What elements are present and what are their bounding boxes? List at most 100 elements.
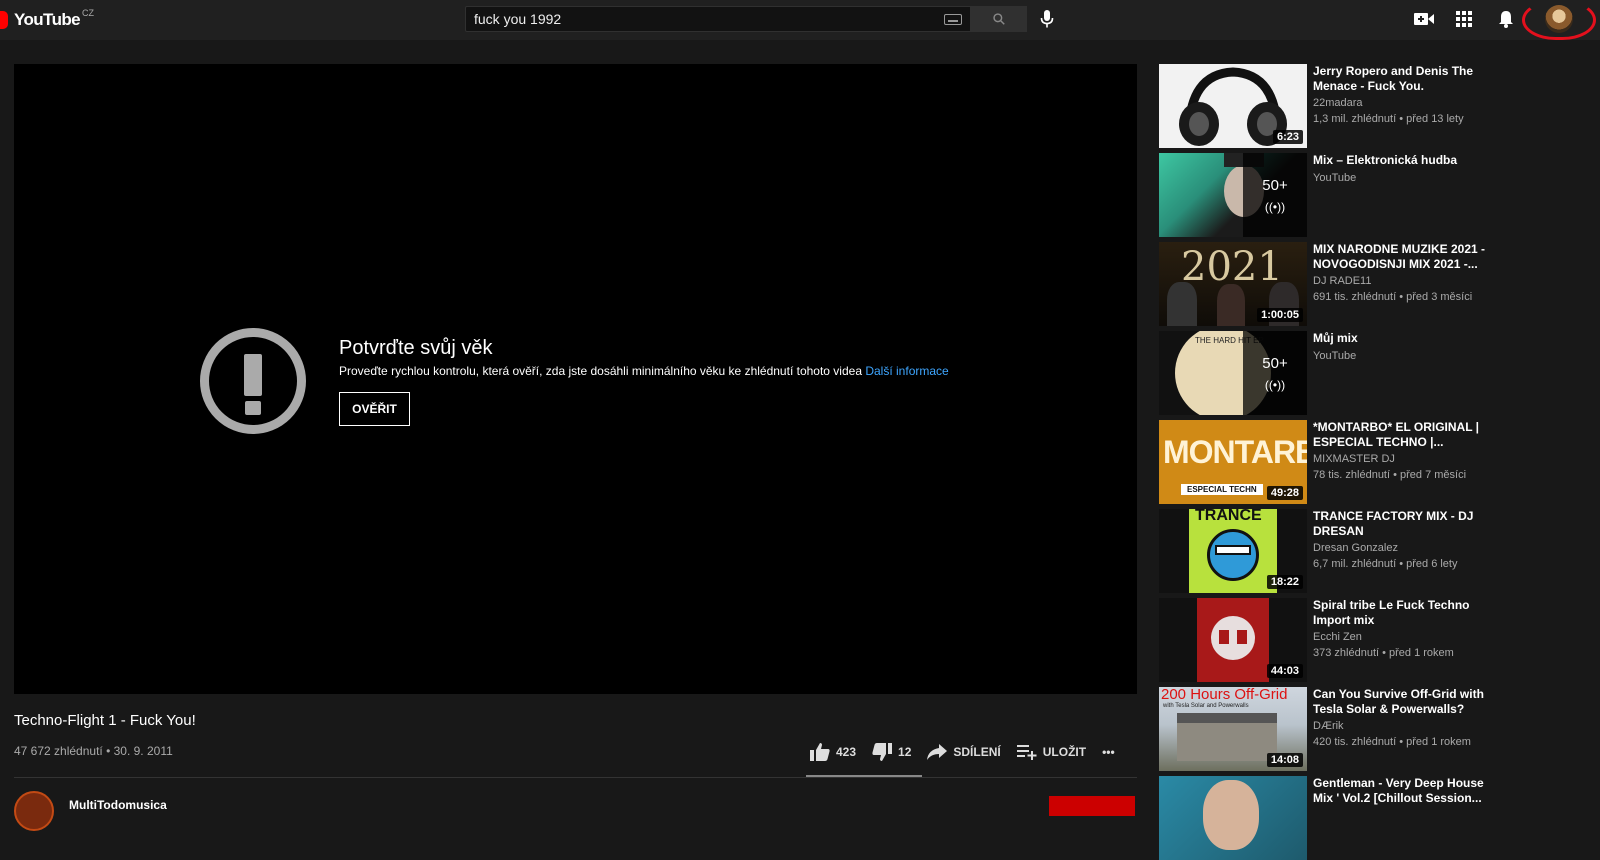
radio-broadcast-icon: ((•)) xyxy=(1264,377,1286,392)
microphone-icon xyxy=(1040,10,1054,28)
search-input-value: fuck you 1992 xyxy=(474,11,562,27)
dislike-count: 12 xyxy=(898,745,912,759)
video-thumbnail[interactable]: 6:23 xyxy=(1159,64,1307,148)
recommendation-channel[interactable]: Ecchi Zen xyxy=(1313,631,1362,643)
recommendation-title[interactable]: TRANCE FACTORY MIX - DJ DRESAN xyxy=(1313,509,1491,539)
recommendation-item[interactable]: TRANCE 18:22 TRANCE FACTORY MIX - DJ DRE… xyxy=(1159,509,1599,593)
channel-avatar[interactable] xyxy=(14,791,54,831)
like-count: 423 xyxy=(836,745,857,759)
video-duration: 18:22 xyxy=(1266,575,1303,589)
recommendation-title[interactable]: *MONTARBO* EL ORIGINAL | ESPECIAL TECHNO… xyxy=(1313,420,1491,450)
more-info-link[interactable]: Další informace xyxy=(865,364,948,378)
video-thumbnail[interactable]: 200 Hours Off-Grid with Tesla Solar and … xyxy=(1159,687,1307,771)
create-video-button[interactable] xyxy=(1412,8,1436,30)
bell-icon xyxy=(1499,11,1513,28)
recommendation-title[interactable]: Gentleman - Very Deep House Mix ' Vol.2 … xyxy=(1313,776,1491,806)
video-thumbnail[interactable] xyxy=(1159,776,1307,860)
recommendation-channel[interactable]: DJ RADE11 xyxy=(1313,275,1371,287)
apps-grid-icon xyxy=(1456,11,1472,27)
search-icon xyxy=(993,13,1005,25)
youtube-logo[interactable]: YouTube CZ xyxy=(0,8,94,32)
recommendation-title[interactable]: Mix – Elektronická hudba xyxy=(1313,153,1491,168)
video-thumbnail[interactable]: 50+ ((•)) xyxy=(1159,153,1307,237)
video-thumbnail[interactable]: TRANCE 18:22 xyxy=(1159,509,1307,593)
video-title: Techno-Flight 1 - Fuck You! xyxy=(14,712,196,729)
apps-button[interactable] xyxy=(1452,8,1476,30)
thumbs-down-icon xyxy=(872,743,893,761)
recommendation-item[interactable]: 6:23 Jerry Ropero and Denis The Menace -… xyxy=(1159,64,1599,148)
red-annotation-circle xyxy=(1522,0,1596,40)
video-actions: 423 12 SDÍLENÍ ULOŽIT ••• xyxy=(810,740,1131,764)
recommendation-channel[interactable]: 22madara xyxy=(1313,97,1363,109)
share-icon xyxy=(927,744,948,760)
video-duration: 6:23 xyxy=(1272,130,1303,144)
recommendation-title[interactable]: MIX NARODNE MUZIKE 2021 - NOVOGODISNJI M… xyxy=(1313,242,1491,272)
keyboard-icon[interactable] xyxy=(944,13,962,25)
video-thumbnail[interactable]: MONTARBO ESPECIAL TECHN 49:28 xyxy=(1159,420,1307,504)
recommendation-stats: 6,7 mil. zhlédnutí • před 6 lety xyxy=(1313,558,1458,570)
search-input[interactable]: fuck you 1992 xyxy=(465,6,971,32)
share-label: SDÍLENÍ xyxy=(953,745,1001,759)
thumbnail-subtext: with Tesla Solar and Powerwalls xyxy=(1163,703,1249,709)
video-thumbnail[interactable]: 44:03 xyxy=(1159,598,1307,682)
dislike-button[interactable]: 12 xyxy=(872,743,911,761)
recommendation-title[interactable]: Spiral tribe Le Fuck Techno Import mix xyxy=(1313,598,1491,628)
video-duration: 14:08 xyxy=(1266,753,1303,767)
video-camera-icon xyxy=(1414,13,1434,25)
voice-search-button[interactable] xyxy=(1036,8,1058,30)
thumbnail-subtext: ESPECIAL TECHN xyxy=(1181,484,1263,495)
recommendation-item[interactable]: 50+ ((•)) Mix – Elektronická hudba YouTu… xyxy=(1159,153,1599,237)
mix-count: 50+ xyxy=(1262,176,1288,194)
recommendation-channel[interactable]: YouTube xyxy=(1313,350,1356,362)
recommendation-stats: 691 tis. zhlédnutí • před 3 měsíci xyxy=(1313,291,1473,303)
exclamation-icon xyxy=(200,328,306,434)
share-button[interactable]: SDÍLENÍ xyxy=(927,744,1001,760)
playlist-add-icon xyxy=(1016,745,1037,760)
age-verification-description: Proveďte rychlou kontrolu, která ověří, … xyxy=(339,364,949,378)
video-thumbnail[interactable]: THE HARD HIT EP 50+ ((•)) xyxy=(1159,331,1307,415)
video-duration: 1:00:05 xyxy=(1257,308,1303,322)
country-code: CZ xyxy=(82,8,94,18)
recommendation-item[interactable]: MONTARBO ESPECIAL TECHN 49:28 *MONTARBO*… xyxy=(1159,420,1599,504)
divider xyxy=(14,777,1137,778)
recommendation-stats: 373 zhlédnutí • před 1 rokem xyxy=(1313,647,1454,659)
mix-overlay: 50+ ((•)) xyxy=(1243,153,1307,237)
radio-broadcast-icon: ((•)) xyxy=(1264,199,1286,214)
recommendation-item[interactable]: 2021 1:00:05 MIX NARODNE MUZIKE 2021 - N… xyxy=(1159,242,1599,326)
video-duration: 44:03 xyxy=(1266,664,1303,678)
recommendation-title[interactable]: Can You Survive Off-Grid with Tesla Sola… xyxy=(1313,687,1491,717)
like-button[interactable]: 423 xyxy=(810,743,856,761)
verify-button[interactable]: OVĚŘIT xyxy=(339,392,410,426)
mix-overlay: 50+ ((•)) xyxy=(1243,331,1307,415)
recommendation-item[interactable]: 44:03 Spiral tribe Le Fuck Techno Import… xyxy=(1159,598,1599,682)
channel-name[interactable]: MultiTodomusica xyxy=(69,798,167,812)
recommendation-item[interactable]: THE HARD HIT EP 50+ ((•)) Můj mix YouTub… xyxy=(1159,331,1599,415)
search-button[interactable] xyxy=(971,6,1027,32)
age-verification-title: Potvrďte svůj věk xyxy=(339,337,493,359)
video-player[interactable]: Potvrďte svůj věk Proveďte rychlou kontr… xyxy=(14,64,1137,694)
subscribe-button[interactable] xyxy=(1049,796,1135,816)
thumbnail-text: TRANCE xyxy=(1195,509,1262,524)
save-label: ULOŽIT xyxy=(1042,745,1087,759)
video-thumbnail[interactable]: 2021 1:00:05 xyxy=(1159,242,1307,326)
recommendation-channel[interactable]: Dresan Gonzalez xyxy=(1313,542,1398,554)
age-desc-text: Proveďte rychlou kontrolu, která ověří, … xyxy=(339,364,862,378)
more-actions-button[interactable]: ••• xyxy=(1102,745,1115,759)
youtube-play-icon xyxy=(0,11,8,29)
recommendation-channel[interactable]: DÆrik xyxy=(1313,720,1344,732)
recommendation-item[interactable]: Gentleman - Very Deep House Mix ' Vol.2 … xyxy=(1159,776,1599,860)
recommendation-item[interactable]: 200 Hours Off-Grid with Tesla Solar and … xyxy=(1159,687,1599,771)
logo-text: YouTube xyxy=(14,10,81,29)
recommendation-stats: 420 tis. zhlédnutí • před 1 rokem xyxy=(1313,736,1471,748)
save-button[interactable]: ULOŽIT xyxy=(1016,744,1087,760)
thumbnail-text: 200 Hours Off-Grid xyxy=(1161,687,1288,703)
recommendation-title[interactable]: Jerry Ropero and Denis The Menace - Fuck… xyxy=(1313,64,1491,94)
mix-count: 50+ xyxy=(1262,354,1288,372)
recommendation-title[interactable]: Můj mix xyxy=(1313,331,1491,346)
recommendation-stats: 78 tis. zhlédnutí • před 7 měsíci xyxy=(1313,469,1467,481)
recommendation-channel[interactable]: MIXMASTER DJ xyxy=(1313,453,1395,465)
video-meta: 47 672 zhlédnutí • 30. 9. 2011 xyxy=(14,744,173,758)
notifications-button[interactable] xyxy=(1494,8,1518,30)
recommendation-channel[interactable]: YouTube xyxy=(1313,172,1356,184)
thumbnail-text: MONTARBO xyxy=(1163,434,1307,470)
